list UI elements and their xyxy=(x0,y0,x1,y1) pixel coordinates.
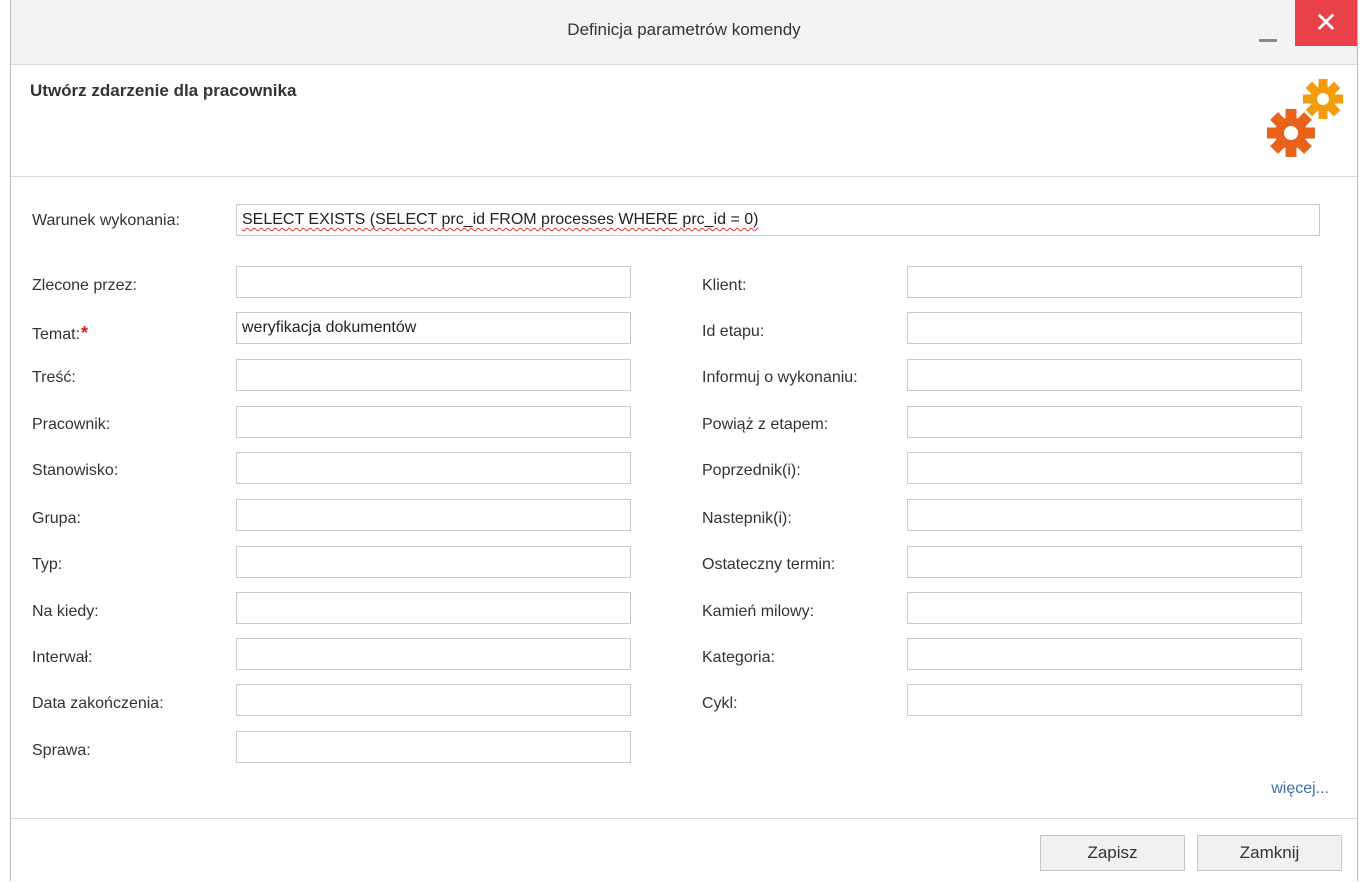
field-label-data-zakonczenia: Data zakończenia: xyxy=(32,695,164,712)
field-label-nastepniki: Nastepnik(i): xyxy=(702,510,792,527)
condition-value: SELECT EXISTS (SELECT prc_id FROM proces… xyxy=(242,211,759,228)
field-label-temat-text: Temat: xyxy=(32,326,81,343)
field-label-sprawa: Sprawa: xyxy=(32,742,91,759)
field-input-kamien-milowy[interactable] xyxy=(907,592,1302,624)
field-label-stanowisko: Stanowisko: xyxy=(32,462,119,479)
field-input-interwal[interactable] xyxy=(236,638,631,670)
field-label-tresc: Treść: xyxy=(32,369,76,386)
title-bar[interactable]: Definicja parametrów komendy ✕ xyxy=(11,0,1357,65)
field-label-grupa: Grupa: xyxy=(32,510,81,527)
dialog-heading: Utwórz zdarzenie dla pracownika xyxy=(30,81,297,100)
field-label-klient: Klient: xyxy=(702,277,747,294)
field-input-cykl[interactable] xyxy=(907,684,1302,716)
close-dialog-button[interactable]: Zamknij xyxy=(1197,835,1342,871)
field-label-interwal: Interwał: xyxy=(32,649,93,666)
gears-icon xyxy=(1267,79,1343,157)
field-label-cykl: Cykl: xyxy=(702,695,738,712)
field-input-pracownik[interactable] xyxy=(236,406,631,438)
field-input-data-zakonczenia[interactable] xyxy=(236,684,631,716)
field-label-zlecone-przez: Zlecone przez: xyxy=(32,277,137,294)
field-input-poprzedniki[interactable] xyxy=(907,452,1302,484)
field-label-powiaz-z-etapem: Powiąż z etapem: xyxy=(702,416,829,433)
minimize-button[interactable] xyxy=(1257,24,1279,46)
field-input-kategoria[interactable] xyxy=(907,638,1302,670)
field-input-temat[interactable]: weryfikacja dokumentów xyxy=(236,312,631,344)
field-label-temat: Temat:* xyxy=(32,323,88,344)
condition-label: Warunek wykonania: xyxy=(32,212,180,229)
field-label-id-etapu: Id etapu: xyxy=(702,323,765,340)
field-input-tresc[interactable] xyxy=(236,359,631,391)
dialog-footer: Zapisz Zamknij xyxy=(11,818,1357,882)
more-link[interactable]: więcej... xyxy=(1271,780,1329,798)
field-input-sprawa[interactable] xyxy=(236,731,631,763)
field-input-powiaz-z-etapem[interactable] xyxy=(907,406,1302,438)
field-input-zlecone-przez[interactable] xyxy=(236,266,631,298)
field-label-poprzedniki: Poprzednik(i): xyxy=(702,462,801,479)
save-button[interactable]: Zapisz xyxy=(1040,835,1185,871)
field-label-pracownik: Pracownik: xyxy=(32,416,111,433)
dialog-header: Utwórz zdarzenie dla pracownika xyxy=(11,65,1357,177)
field-label-informuj-o-wykonaniu: Informuj o wykonaniu: xyxy=(702,369,858,386)
field-input-stanowisko[interactable] xyxy=(236,452,631,484)
window-title: Definicja parametrów komendy xyxy=(567,20,801,39)
field-label-na-kiedy: Na kiedy: xyxy=(32,603,99,620)
dialog-window: Definicja parametrów komendy ✕ Utwórz zd… xyxy=(10,0,1358,882)
field-input-nastepniki[interactable] xyxy=(907,499,1302,531)
field-label-kategoria: Kategoria: xyxy=(702,649,775,666)
required-star-icon: * xyxy=(81,323,89,343)
field-input-id-etapu[interactable] xyxy=(907,312,1302,344)
field-input-klient[interactable] xyxy=(907,266,1302,298)
field-label-ostateczny-termin: Ostateczny termin: xyxy=(702,556,836,573)
field-label-typ: Typ: xyxy=(32,556,63,573)
field-input-informuj-o-wykonaniu[interactable] xyxy=(907,359,1302,391)
field-input-ostateczny-termin[interactable] xyxy=(907,546,1302,578)
condition-input[interactable]: SELECT EXISTS (SELECT prc_id FROM proces… xyxy=(236,204,1320,236)
close-button[interactable]: ✕ xyxy=(1295,0,1357,46)
field-input-typ[interactable] xyxy=(236,546,631,578)
field-input-grupa[interactable] xyxy=(236,499,631,531)
field-label-kamien-milowy: Kamień milowy: xyxy=(702,603,815,620)
field-input-na-kiedy[interactable] xyxy=(236,592,631,624)
